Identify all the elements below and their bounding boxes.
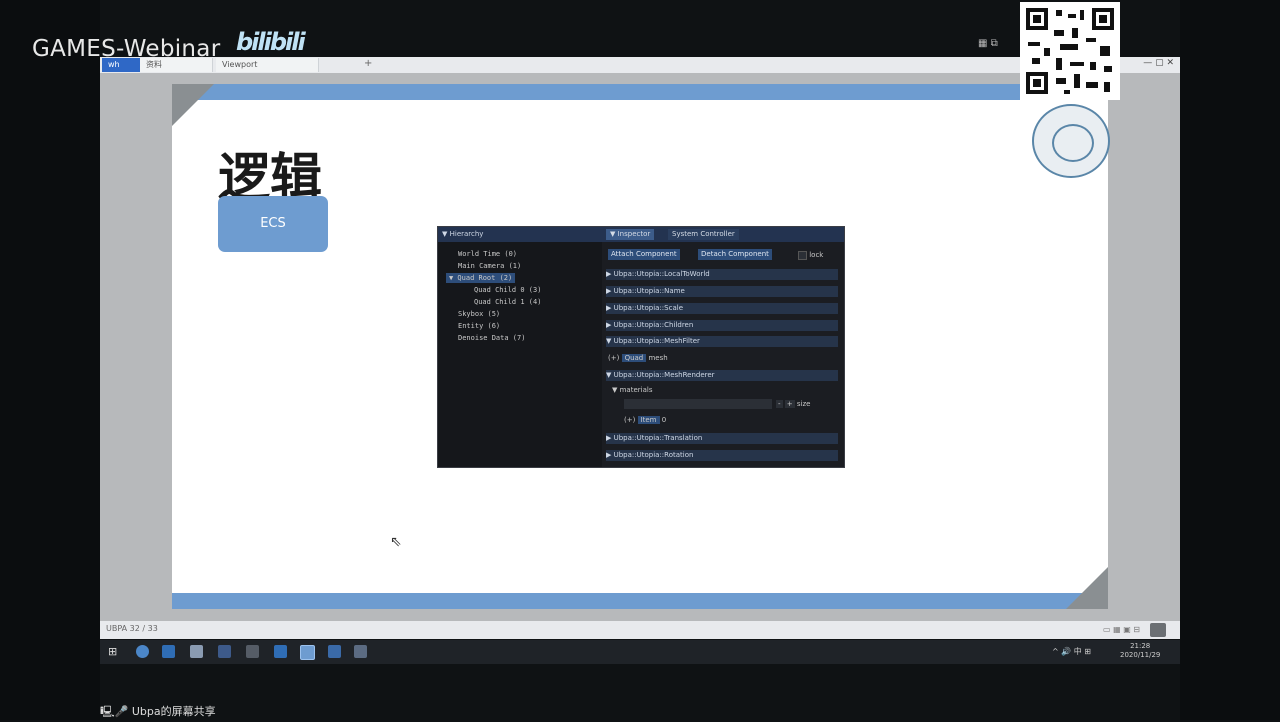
presentation-status-bar: UBPA 32 / 33 ▭ ▦ ▣ ⊟ [100,621,1180,639]
browser-tab-2[interactable]: 资料 [140,58,213,72]
bilibili-logo: bilibili [236,28,306,56]
slide-corner-decoration [1066,567,1108,609]
file-explorer-taskbar-icon[interactable] [190,645,203,658]
materials-array-field[interactable] [624,399,772,409]
item-index: 0 [661,416,667,424]
hierarchy-header: ▼ Hierarchy [438,227,602,242]
system-tray[interactable]: ^ 🔊 中 ⊞ [1052,646,1091,657]
app-taskbar-icon[interactable] [354,645,367,658]
slide-bottom-bar [172,593,1108,609]
app-taskbar-icon[interactable] [218,645,231,658]
inspector-tab-bar: ▼ Inspector System Controller [602,227,844,242]
browser-tab-1[interactable]: wh [102,58,145,72]
component-header[interactable]: ▼ Ubpa::Utopia::MeshFilter [606,336,838,347]
component-header[interactable]: ▶ Ubpa::Utopia::Scale [606,303,838,314]
component-header[interactable]: ▶ Ubpa::Utopia::Children [606,320,838,331]
window-toolbar-icons: ▦ ⧉ [978,38,998,49]
detach-component-button[interactable]: Detach Component [698,249,772,260]
mesh-label: mesh [648,354,668,362]
screen-share-icon: 🖳🎤 [100,705,129,718]
hierarchy-item[interactable]: Skybox (5) [458,309,500,319]
view-icons[interactable]: ▭ ▦ ▣ ⊟ [1103,625,1140,634]
screen-share-text: Ubpa的屏幕共享 [131,705,216,718]
mesh-row: (+) Quad mesh [608,353,668,363]
qr-code-icon [1026,8,1114,94]
browser-tab-bar: wh 资料 Viewport + — ▢ ✕ [100,57,1180,73]
component-header[interactable]: ▶ Ubpa::Utopia::LocalToWorld [606,269,838,280]
seal-emblem-icon [1052,124,1094,162]
component-header[interactable]: ▶ Ubpa::Utopia::Rotation [606,450,838,461]
expand-toggle[interactable]: (+) [608,354,619,362]
clock-date: 2020/11/29 [1120,651,1161,659]
checkbox-icon[interactable] [798,250,807,260]
hierarchy-item-selected[interactable]: ▼ Quad Root (2) [446,273,516,283]
presentation-slide: 逻辑 ECS ⇖ ▼ Hierarchy World Time (0) Main… [172,84,1108,609]
powerpoint-taskbar-icon[interactable] [300,645,315,660]
taskbar-clock[interactable]: 21:28 2020/11/29 [1120,642,1160,660]
hierarchy-item[interactable]: Main Camera (1) [458,261,521,271]
mouse-cursor-icon: ⇖ [390,534,402,550]
slide-corner-decoration [172,84,214,126]
right-letterbox [1180,0,1280,720]
browser-taskbar-icon[interactable] [136,645,149,658]
browser-tab-3[interactable]: Viewport [216,58,319,72]
attach-component-button[interactable]: Attach Component [608,249,680,260]
slide-counter: UBPA 32 / 33 [106,624,158,633]
mesh-value[interactable]: Quad [621,354,647,362]
editor-screenshot: ▼ Hierarchy World Time (0) Main Camera (… [437,226,845,468]
material-item-row: (+) Item 0 [624,415,666,425]
size-label: size [796,400,811,408]
component-header[interactable]: ▶ Ubpa::Utopia::Name [606,286,838,297]
component-header[interactable]: ▼ Ubpa::Utopia::MeshRenderer [606,370,838,381]
screen-share-label: 🖳🎤 Ubpa的屏幕共享 [100,703,216,722]
tab-inspector[interactable]: ▼ Inspector [606,229,655,240]
minus-icon[interactable]: - [776,400,783,408]
qr-code [1020,2,1120,100]
lock-label: lock [809,251,824,259]
materials-label[interactable]: ▼ materials [612,385,652,395]
inspector-panel: ▼ Inspector System Controller Attach Com… [602,227,844,467]
lock-checkbox[interactable]: lock [798,250,823,260]
size-stepper[interactable]: - + size [776,399,810,409]
clock-time: 21:28 [1130,642,1151,650]
app-taskbar-icon[interactable] [328,645,341,658]
vscode-taskbar-icon[interactable] [274,645,287,658]
ecs-box: ECS [218,196,328,252]
hierarchy-item[interactable]: Entity (6) [458,321,500,331]
plus-icon[interactable]: + [784,400,795,408]
expand-toggle[interactable]: (+) [624,416,635,424]
hierarchy-item[interactable]: Quad Child 0 (3) [474,285,541,295]
windows-start-icon[interactable]: ⊞ [108,645,117,658]
left-letterbox [0,0,100,720]
vscode-taskbar-icon[interactable] [162,645,175,658]
component-header[interactable]: ▶ Ubpa::Utopia::Translation [606,433,838,444]
university-seal [1032,104,1110,178]
app-taskbar-icon[interactable] [246,645,259,658]
new-tab-button[interactable]: + [364,58,372,69]
hierarchy-panel: ▼ Hierarchy World Time (0) Main Camera (… [438,227,602,467]
item-value[interactable]: Item [637,416,660,424]
hierarchy-item[interactable]: World Time (0) [458,249,517,259]
window-controls[interactable]: — ▢ ✕ [1143,58,1174,68]
tab-system-controller[interactable]: System Controller [668,229,739,240]
windows-taskbar [100,640,1180,664]
slideshow-icon[interactable] [1150,623,1166,637]
hierarchy-item[interactable]: Quad Child 1 (4) [474,297,541,307]
slide-top-bar [172,84,1108,100]
hierarchy-item[interactable]: Denoise Data (7) [458,333,525,343]
